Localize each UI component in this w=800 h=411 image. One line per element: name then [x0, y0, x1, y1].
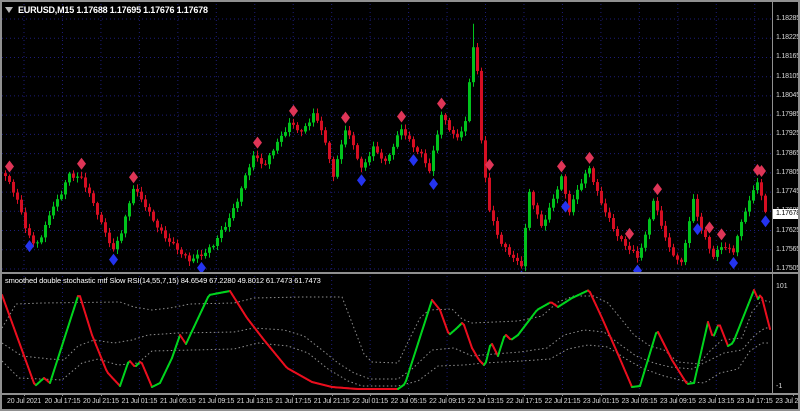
price-axis-label: 1.17745	[776, 188, 800, 196]
price-axis-label: 1.18225	[776, 34, 800, 42]
price-axis-border	[772, 2, 773, 393]
time-axis-label: 22 Jul 13:15	[467, 398, 504, 405]
time-axis[interactable]: 20 Jul 2021 20 Jul 17:15 20 Jul 21:15 21 Ju…	[2, 393, 799, 409]
price-axis-label: 1.17925	[776, 130, 800, 138]
time-axis-label: 22 Jul 05:15	[390, 398, 427, 405]
time-axis-label: 23 Jul 09:15	[659, 398, 696, 405]
time-axis-label: 20 Jul 17:15	[44, 398, 81, 405]
price-grid	[2, 4, 772, 270]
time-axis-label: 21 Jul 05:15	[159, 398, 196, 405]
price-axis-label: 1.17805	[776, 168, 800, 176]
time-axis-label: 23 Jul 17:15	[736, 398, 773, 405]
mt4-chart-window: EURUSD,M15 1.17688 1.17695 1.17676 1.176…	[0, 0, 800, 411]
time-axis-label: 21 Jul 09:15	[198, 398, 235, 405]
price-axis-label: 1.17865	[776, 149, 800, 157]
indicator-scale-max: 101	[776, 283, 788, 290]
price-axis-label: 1.17625	[776, 226, 800, 234]
time-axis-label: 20 Jul 2021	[7, 398, 41, 405]
panel-separator[interactable]	[2, 272, 798, 274]
price-axis-label: 1.18105	[776, 72, 800, 80]
symbol-quote-text: EURUSD,M15 1.17688 1.17695 1.17676 1.176…	[18, 5, 208, 15]
time-axis-label: 21 Jul 13:15	[236, 398, 273, 405]
candles	[4, 23, 767, 272]
time-axis-label: 21 Jul 21:15	[313, 398, 350, 405]
price-axis[interactable]: 1.18285 1.18225 1.18165 1.18105 1.18045 1.179…	[773, 2, 798, 272]
stochastic-bands	[2, 295, 771, 387]
time-axis-label: 23 Jul 01:15	[583, 398, 619, 405]
chart-title: EURUSD,M15 1.17688 1.17695 1.17676 1.176…	[5, 4, 208, 16]
time-axis-label: 23 Jul 13:15	[698, 398, 735, 405]
time-axis-label: 22 Jul 17:15	[506, 398, 542, 405]
signal-diamonds	[5, 97, 770, 272]
symbol-marker-icon	[5, 7, 13, 13]
time-axis-label: 22 Jul 01:15	[352, 398, 388, 405]
price-axis-label: 1.17505	[776, 264, 800, 272]
price-chart-canvas[interactable]	[2, 2, 772, 272]
price-axis-label: 1.17985	[776, 111, 800, 119]
time-axis-label: 23 Jul 05:15	[621, 398, 658, 405]
indicator-grid	[23, 276, 756, 392]
time-axis-label: 21 Jul 17:15	[275, 398, 312, 405]
price-axis-label: 1.18165	[776, 53, 800, 61]
time-axis-label: 20 Jul 21:15	[83, 398, 119, 405]
price-axis-label: 1.17565	[776, 245, 800, 253]
price-axis-label: 1.18285	[776, 15, 800, 22]
indicator-label: smoothed double stochastic mtf Slow RSI(…	[5, 276, 321, 285]
time-axis-label: 22 Jul 09:15	[429, 398, 465, 405]
indicator-canvas[interactable]	[2, 274, 772, 393]
stochastic-main-line	[2, 289, 771, 390]
indicator-scale-min: -1	[776, 383, 783, 390]
current-price-tag: 1.17678	[773, 209, 798, 219]
time-axis-label: 23 Jul 21:15	[775, 398, 799, 405]
time-axis-label: 22 Jul 21:15	[544, 398, 581, 405]
panel-separator[interactable]	[2, 393, 798, 395]
time-axis-label: 21 Jul 01:15	[121, 398, 158, 405]
price-axis-label: 1.18045	[776, 91, 800, 99]
